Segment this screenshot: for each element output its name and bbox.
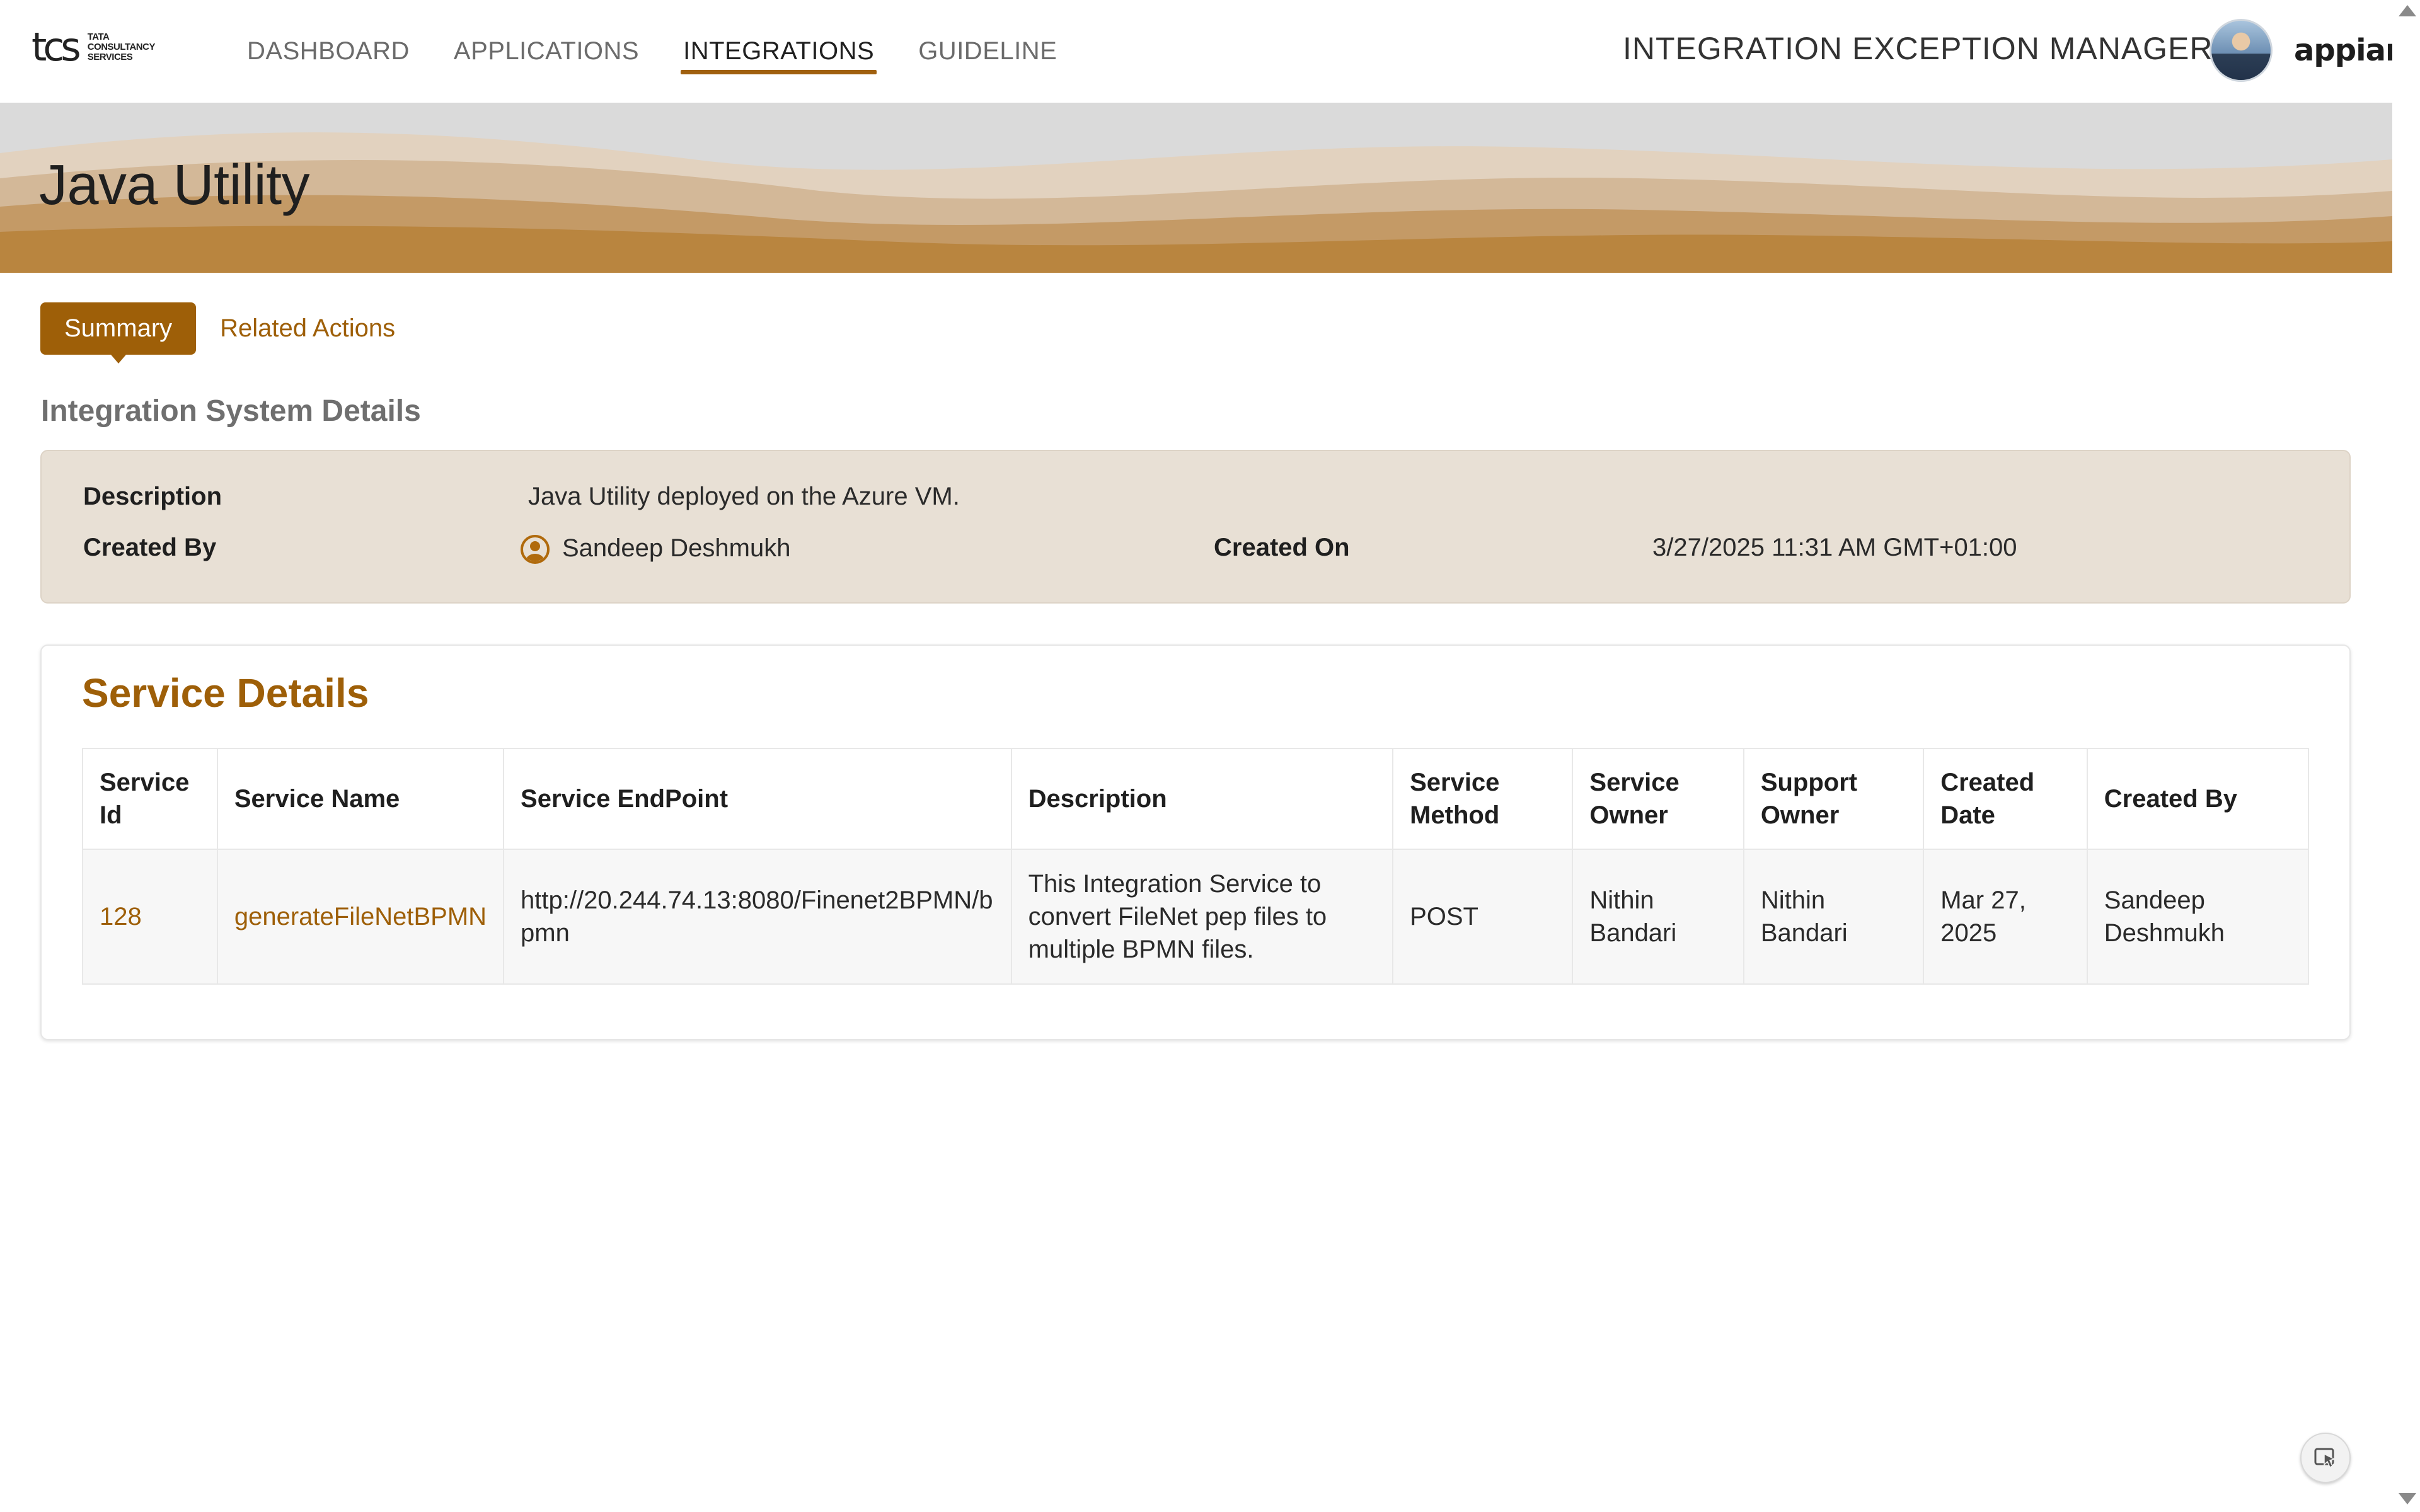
service-details-card: Service Details Service Id Service Name … (40, 644, 2351, 1040)
banner-waves-graphic (0, 103, 2392, 273)
tab-summary[interactable]: Summary (40, 302, 197, 364)
service-details-title: Service Details (82, 670, 369, 716)
page-title: Java Utility (39, 154, 310, 217)
user-avatar[interactable] (2210, 19, 2273, 82)
description-value: Java Utility deployed on the Azure VM. (528, 483, 960, 510)
section-heading: Integration System Details (41, 394, 421, 428)
logo-text: TATA CONSULTANCY SERVICES (87, 32, 156, 62)
column-header[interactable]: Description (1010, 748, 1394, 850)
column-header[interactable]: Service Owner (1572, 748, 1744, 850)
service-owner-cell: Nithin Bandari (1572, 849, 1744, 985)
created-by-cell: Sandeep Deshmukh (2086, 849, 2310, 985)
service-name-link[interactable]: generateFileNetBPMN (216, 849, 505, 985)
top-navigation-bar: tcs TATA CONSULTANCY SERVICES DASHBOARD … (0, 0, 2407, 103)
tcs-logo[interactable]: tcs TATA CONSULTANCY SERVICES (32, 28, 155, 67)
created-date-cell: Mar 27, 2025 (1923, 849, 2088, 985)
nav-dashboard[interactable]: DASHBOARD (247, 0, 410, 103)
logo-line: CONSULTANCY (87, 42, 156, 52)
description-label: Description (83, 483, 222, 510)
feedback-button[interactable] (2300, 1433, 2351, 1483)
tab-related-actions[interactable]: Related Actions (220, 314, 395, 343)
vertical-scrollbar[interactable] (2392, 0, 2420, 1512)
service-id-link[interactable]: 128 (82, 849, 218, 985)
service-method-cell: POST (1392, 849, 1574, 985)
nav-applications[interactable]: APPLICATIONS (454, 0, 639, 103)
appian-logo: appian (2294, 33, 2407, 68)
system-details-box: Description Java Utility deployed on the… (40, 450, 2351, 604)
column-header[interactable]: Created By (2086, 748, 2310, 850)
service-details-table: Service Id Service Name Service EndPoint… (82, 748, 2310, 985)
created-by-label: Created By (83, 534, 217, 561)
service-endpoint-cell: http://20.244.74.13:8080/Finenet2BPMN/bp… (503, 849, 1012, 985)
column-header[interactable]: Created Date (1923, 748, 2088, 850)
nav-integrations[interactable]: INTEGRATIONS (681, 0, 877, 103)
column-header[interactable]: Service Id (82, 748, 218, 850)
main-nav: DASHBOARD APPLICATIONS INTEGRATIONS GUID… (247, 0, 1057, 103)
nav-guideline[interactable]: GUIDELINE (918, 0, 1057, 103)
created-by-user[interactable]: Sandeep Deshmukh (521, 534, 790, 564)
created-by-value: Sandeep Deshmukh (562, 534, 791, 562)
column-header[interactable]: Service Name (216, 748, 505, 850)
support-owner-cell: Nithin Bandari (1743, 849, 1925, 985)
table-header-row: Service Id Service Name Service EndPoint… (82, 748, 2310, 850)
column-header[interactable]: Service EndPoint (503, 748, 1012, 850)
column-header[interactable]: Support Owner (1743, 748, 1925, 850)
scroll-up-arrow-icon[interactable] (2399, 5, 2416, 16)
app-switcher-label: INTEGRATION EXCEPTION MANAGER (1623, 31, 2213, 66)
cursor-select-icon (2314, 1448, 2336, 1469)
page-banner: Java Utility (0, 103, 2392, 273)
created-on-value: 3/27/2025 11:31 AM GMT+01:00 (1652, 534, 2017, 561)
logo-line: TATA (87, 32, 110, 42)
logo-mark: tcs (32, 24, 81, 70)
table-row: 128 generateFileNetBPMN http://20.244.74… (82, 849, 2310, 985)
logo-line: SERVICES (87, 52, 133, 62)
service-description-cell: This Integration Service to convert File… (1010, 849, 1394, 985)
created-on-label: Created On (1214, 534, 1350, 561)
column-header[interactable]: Service Method (1392, 748, 1574, 850)
user-icon (521, 535, 550, 564)
app-switcher-dropdown[interactable]: INTEGRATION EXCEPTION MANAGER (1623, 30, 2241, 67)
record-tabs: Summary Related Actions (40, 302, 395, 364)
scroll-down-arrow-icon[interactable] (2399, 1493, 2416, 1504)
